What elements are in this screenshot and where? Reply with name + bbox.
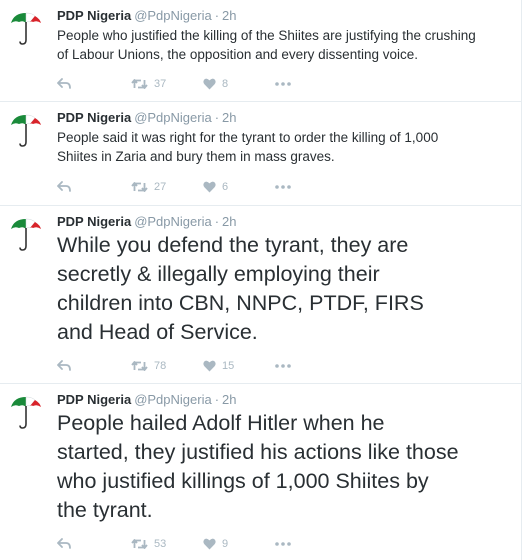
tweet-timestamp[interactable]: 2h (222, 110, 236, 125)
like-count: 9 (222, 538, 229, 550)
more-dots-icon (275, 185, 291, 189)
more-button[interactable] (275, 76, 291, 92)
more-button[interactable] (275, 358, 291, 374)
more-dots-icon (275, 82, 291, 86)
retweet-count: 37 (154, 78, 167, 90)
retweet-button[interactable]: 53 (131, 536, 166, 552)
tweet-timeline: PDP Nigeria @PdpNigeria · 2h People who jus… (0, 0, 522, 560)
author-name[interactable]: PDP Nigeria (57, 214, 131, 229)
separator-dot: · (214, 392, 220, 407)
tweet-item[interactable]: PDP Nigeria @PdpNigeria · 2h People who jus… (0, 0, 521, 102)
author-name[interactable]: PDP Nigeria (57, 110, 131, 125)
retweet-count: 78 (154, 360, 167, 372)
tweet-header: PDP Nigeria @PdpNigeria · 2h (57, 392, 237, 408)
pdp-umbrella-logo-icon (11, 114, 41, 147)
author-handle[interactable]: @PdpNigeria (134, 8, 212, 23)
reply-icon (57, 78, 71, 89)
reply-icon (57, 360, 71, 371)
author-name[interactable]: PDP Nigeria (57, 8, 131, 23)
avatar[interactable] (8, 394, 44, 430)
heart-icon (203, 360, 216, 372)
like-button[interactable]: 8 (203, 76, 228, 92)
tweet-timestamp[interactable]: 2h (222, 8, 236, 23)
author-handle[interactable]: @PdpNigeria (134, 392, 212, 407)
retweet-button[interactable]: 78 (131, 358, 166, 374)
reply-button[interactable] (57, 179, 71, 195)
tweet-header: PDP Nigeria @PdpNigeria · 2h (57, 110, 237, 126)
like-button[interactable]: 6 (203, 179, 228, 195)
more-dots-icon (275, 542, 291, 546)
pdp-umbrella-logo-icon (11, 218, 41, 251)
pdp-umbrella-logo-icon (11, 12, 41, 45)
retweet-button[interactable]: 27 (131, 179, 166, 195)
tweet-item[interactable]: PDP Nigeria @PdpNigeria · 2h While you defe… (0, 206, 521, 384)
like-count: 15 (222, 360, 235, 372)
retweet-icon (131, 79, 148, 89)
tweet-timestamp[interactable]: 2h (222, 392, 236, 407)
retweet-button[interactable]: 37 (131, 76, 166, 92)
author-name[interactable]: PDP Nigeria (57, 392, 131, 407)
tweet-actions: 37 8 (57, 76, 357, 92)
tweet-actions: 27 6 (57, 179, 357, 195)
retweet-count: 27 (154, 181, 167, 193)
tweet-actions: 78 15 (57, 358, 357, 374)
like-button[interactable]: 15 (203, 358, 234, 374)
separator-dot: · (214, 8, 220, 23)
retweet-icon (131, 539, 148, 549)
avatar[interactable] (8, 10, 44, 46)
more-button[interactable] (275, 179, 291, 195)
separator-dot: · (214, 214, 220, 229)
pdp-umbrella-logo-icon (11, 396, 41, 429)
retweet-icon (131, 182, 148, 192)
tweet-actions: 53 9 (57, 536, 357, 552)
reply-button[interactable] (57, 536, 71, 552)
author-handle[interactable]: @PdpNigeria (134, 214, 212, 229)
avatar[interactable] (8, 112, 44, 148)
reply-button[interactable] (57, 76, 71, 92)
reply-icon (57, 538, 71, 549)
retweet-icon (131, 361, 148, 371)
heart-icon (203, 538, 216, 550)
reply-button[interactable] (57, 358, 71, 374)
more-button[interactable] (275, 536, 291, 552)
like-count: 8 (222, 78, 229, 90)
retweet-count: 53 (154, 538, 167, 550)
more-dots-icon (275, 364, 291, 368)
tweet-text: People said it was right for the tyrant … (57, 130, 439, 164)
like-button[interactable]: 9 (203, 536, 228, 552)
tweet-header: PDP Nigeria @PdpNigeria · 2h (57, 8, 237, 24)
tweet-timestamp[interactable]: 2h (222, 214, 236, 229)
tweet-item[interactable]: PDP Nigeria @PdpNigeria · 2h People said it… (0, 102, 521, 206)
author-handle[interactable]: @PdpNigeria (134, 110, 212, 125)
tweet-text: People hailed Adolf Hitler when he start… (57, 411, 459, 522)
tweet-text: People who justified the killing of the … (57, 28, 476, 62)
reply-icon (57, 181, 71, 192)
separator-dot: · (214, 110, 220, 125)
tweet-text: While you defend the tyrant, they are se… (57, 233, 424, 344)
tweet-item[interactable]: PDP Nigeria @PdpNigeria · 2h People hailed … (0, 384, 521, 560)
tweet-header: PDP Nigeria @PdpNigeria · 2h (57, 214, 237, 230)
heart-icon (203, 78, 216, 90)
like-count: 6 (222, 181, 229, 193)
avatar[interactable] (8, 216, 44, 252)
heart-icon (203, 181, 216, 193)
